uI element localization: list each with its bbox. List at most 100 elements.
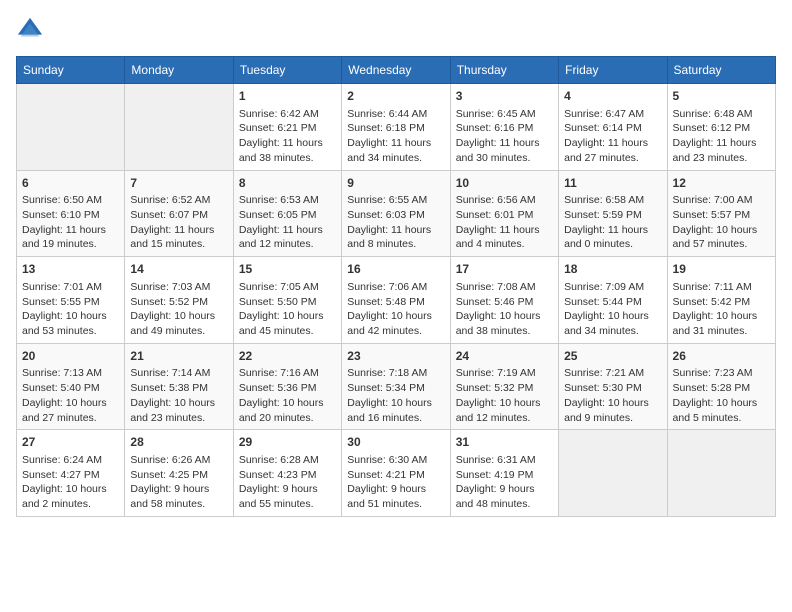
cell-info: Sunrise: 6:56 AMSunset: 6:01 PMDaylight:… bbox=[456, 193, 553, 252]
cell-info: Sunrise: 6:24 AMSunset: 4:27 PMDaylight:… bbox=[22, 453, 119, 512]
calendar-cell bbox=[17, 84, 125, 171]
calendar-week-row: 1Sunrise: 6:42 AMSunset: 6:21 PMDaylight… bbox=[17, 84, 776, 171]
calendar-week-row: 27 Sunrise: 6:24 AMSunset: 4:27 PMDayligh… bbox=[17, 430, 776, 517]
cell-info: Sunrise: 6:58 AMSunset: 5:59 PMDaylight:… bbox=[564, 193, 661, 252]
day-number: 12 bbox=[673, 175, 770, 192]
cell-info: Sunrise: 6:55 AMSunset: 6:03 PMDaylight:… bbox=[347, 193, 444, 252]
calendar-cell: 10Sunrise: 6:56 AMSunset: 6:01 PMDayligh… bbox=[450, 170, 558, 257]
day-number: 6 bbox=[22, 175, 119, 192]
day-number: 28 bbox=[130, 434, 227, 451]
day-number: 18 bbox=[564, 261, 661, 278]
calendar-cell: 18 Sunrise: 7:09 AMSunset: 5:44 PMDayligh… bbox=[559, 257, 667, 344]
calendar-cell: 23Sunrise: 7:18 AMSunset: 5:34 PMDayligh… bbox=[342, 343, 450, 430]
calendar-cell bbox=[667, 430, 775, 517]
calendar-cell: 24Sunrise: 7:19 AMSunset: 5:32 PMDayligh… bbox=[450, 343, 558, 430]
day-number: 30 bbox=[347, 434, 444, 451]
day-number: 23 bbox=[347, 348, 444, 365]
logo bbox=[16, 16, 48, 44]
cell-info: Sunrise: 7:16 AMSunset: 5:36 PMDaylight:… bbox=[239, 366, 336, 425]
calendar-cell: 16 Sunrise: 7:06 AMSunset: 5:48 PMDayligh… bbox=[342, 257, 450, 344]
day-of-week-header: Monday bbox=[125, 57, 233, 84]
calendar-cell: 29 Sunrise: 6:28 AMSunset: 4:23 PMDayligh… bbox=[233, 430, 341, 517]
day-number: 20 bbox=[22, 348, 119, 365]
cell-info: Sunrise: 6:50 AMSunset: 6:10 PMDaylight:… bbox=[22, 193, 119, 252]
cell-info: Sunrise: 7:14 AMSunset: 5:38 PMDaylight:… bbox=[130, 366, 227, 425]
day-of-week-header: Saturday bbox=[667, 57, 775, 84]
calendar-table: SundayMondayTuesdayWednesdayThursdayFrid… bbox=[16, 56, 776, 517]
day-number: 25 bbox=[564, 348, 661, 365]
day-number: 26 bbox=[673, 348, 770, 365]
calendar-cell: 12Sunrise: 7:00 AMSunset: 5:57 PMDayligh… bbox=[667, 170, 775, 257]
cell-info: Sunrise: 7:19 AMSunset: 5:32 PMDaylight:… bbox=[456, 366, 553, 425]
cell-info: Sunrise: 6:47 AMSunset: 6:14 PMDaylight:… bbox=[564, 107, 661, 166]
calendar-cell: 27 Sunrise: 6:24 AMSunset: 4:27 PMDayligh… bbox=[17, 430, 125, 517]
day-number: 5 bbox=[673, 88, 770, 105]
calendar-cell: 22Sunrise: 7:16 AMSunset: 5:36 PMDayligh… bbox=[233, 343, 341, 430]
calendar-cell: 3Sunrise: 6:45 AMSunset: 6:16 PMDaylight… bbox=[450, 84, 558, 171]
day-of-week-header: Sunday bbox=[17, 57, 125, 84]
cell-info: Sunrise: 7:21 AMSunset: 5:30 PMDaylight:… bbox=[564, 366, 661, 425]
day-number: 7 bbox=[130, 175, 227, 192]
logo-icon bbox=[16, 16, 44, 44]
day-number: 9 bbox=[347, 175, 444, 192]
day-of-week-header: Tuesday bbox=[233, 57, 341, 84]
day-number: 24 bbox=[456, 348, 553, 365]
calendar-cell: 19 Sunrise: 7:11 AMSunset: 5:42 PMDayligh… bbox=[667, 257, 775, 344]
cell-info: Sunrise: 6:44 AMSunset: 6:18 PMDaylight:… bbox=[347, 107, 444, 166]
calendar-cell: 11Sunrise: 6:58 AMSunset: 5:59 PMDayligh… bbox=[559, 170, 667, 257]
cell-info: Sunrise: 6:48 AMSunset: 6:12 PMDaylight:… bbox=[673, 107, 770, 166]
calendar-cell: 25Sunrise: 7:21 AMSunset: 5:30 PMDayligh… bbox=[559, 343, 667, 430]
day-number: 19 bbox=[673, 261, 770, 278]
calendar-cell: 21Sunrise: 7:14 AMSunset: 5:38 PMDayligh… bbox=[125, 343, 233, 430]
cell-info: Sunrise: 6:26 AMSunset: 4:25 PMDaylight:… bbox=[130, 453, 227, 512]
cell-info: Sunrise: 7:23 AMSunset: 5:28 PMDaylight:… bbox=[673, 366, 770, 425]
calendar-header-row: SundayMondayTuesdayWednesdayThursdayFrid… bbox=[17, 57, 776, 84]
page-header bbox=[16, 16, 776, 44]
calendar-cell bbox=[559, 430, 667, 517]
day-number: 3 bbox=[456, 88, 553, 105]
day-number: 15 bbox=[239, 261, 336, 278]
cell-info: Sunrise: 6:42 AMSunset: 6:21 PMDaylight:… bbox=[239, 107, 336, 166]
day-of-week-header: Friday bbox=[559, 57, 667, 84]
calendar-cell: 9Sunrise: 6:55 AMSunset: 6:03 PMDaylight… bbox=[342, 170, 450, 257]
day-number: 16 bbox=[347, 261, 444, 278]
cell-info: Sunrise: 6:28 AMSunset: 4:23 PMDaylight:… bbox=[239, 453, 336, 512]
day-of-week-header: Thursday bbox=[450, 57, 558, 84]
cell-info: Sunrise: 7:01 AMSunset: 5:55 PMDaylight:… bbox=[22, 280, 119, 339]
day-number: 2 bbox=[347, 88, 444, 105]
calendar-cell bbox=[125, 84, 233, 171]
calendar-cell: 17 Sunrise: 7:08 AMSunset: 5:46 PMDayligh… bbox=[450, 257, 558, 344]
day-number: 22 bbox=[239, 348, 336, 365]
calendar-cell: 31 Sunrise: 6:31 AMSunset: 4:19 PMDayligh… bbox=[450, 430, 558, 517]
calendar-cell: 13 Sunrise: 7:01 AMSunset: 5:55 PMDayligh… bbox=[17, 257, 125, 344]
day-number: 8 bbox=[239, 175, 336, 192]
cell-info: Sunrise: 7:18 AMSunset: 5:34 PMDaylight:… bbox=[347, 366, 444, 425]
day-number: 17 bbox=[456, 261, 553, 278]
calendar-cell: 30 Sunrise: 6:30 AMSunset: 4:21 PMDayligh… bbox=[342, 430, 450, 517]
day-number: 11 bbox=[564, 175, 661, 192]
day-of-week-header: Wednesday bbox=[342, 57, 450, 84]
cell-info: Sunrise: 7:05 AMSunset: 5:50 PMDaylight:… bbox=[239, 280, 336, 339]
calendar-cell: 4 Sunrise: 6:47 AMSunset: 6:14 PMDaylight… bbox=[559, 84, 667, 171]
cell-info: Sunrise: 7:08 AMSunset: 5:46 PMDaylight:… bbox=[456, 280, 553, 339]
calendar-cell: 26Sunrise: 7:23 AMSunset: 5:28 PMDayligh… bbox=[667, 343, 775, 430]
day-number: 14 bbox=[130, 261, 227, 278]
day-number: 27 bbox=[22, 434, 119, 451]
cell-info: Sunrise: 6:30 AMSunset: 4:21 PMDaylight:… bbox=[347, 453, 444, 512]
day-number: 29 bbox=[239, 434, 336, 451]
calendar-week-row: 13 Sunrise: 7:01 AMSunset: 5:55 PMDayligh… bbox=[17, 257, 776, 344]
cell-info: Sunrise: 7:11 AMSunset: 5:42 PMDaylight:… bbox=[673, 280, 770, 339]
cell-info: Sunrise: 7:06 AMSunset: 5:48 PMDaylight:… bbox=[347, 280, 444, 339]
cell-info: Sunrise: 6:53 AMSunset: 6:05 PMDaylight:… bbox=[239, 193, 336, 252]
cell-info: Sunrise: 7:09 AMSunset: 5:44 PMDaylight:… bbox=[564, 280, 661, 339]
day-number: 4 bbox=[564, 88, 661, 105]
calendar-cell: 28 Sunrise: 6:26 AMSunset: 4:25 PMDayligh… bbox=[125, 430, 233, 517]
day-number: 31 bbox=[456, 434, 553, 451]
cell-info: Sunrise: 7:13 AMSunset: 5:40 PMDaylight:… bbox=[22, 366, 119, 425]
calendar-cell: 6Sunrise: 6:50 AMSunset: 6:10 PMDaylight… bbox=[17, 170, 125, 257]
day-number: 13 bbox=[22, 261, 119, 278]
calendar-week-row: 20Sunrise: 7:13 AMSunset: 5:40 PMDayligh… bbox=[17, 343, 776, 430]
calendar-cell: 1Sunrise: 6:42 AMSunset: 6:21 PMDaylight… bbox=[233, 84, 341, 171]
cell-info: Sunrise: 6:31 AMSunset: 4:19 PMDaylight:… bbox=[456, 453, 553, 512]
calendar-cell: 7Sunrise: 6:52 AMSunset: 6:07 PMDaylight… bbox=[125, 170, 233, 257]
